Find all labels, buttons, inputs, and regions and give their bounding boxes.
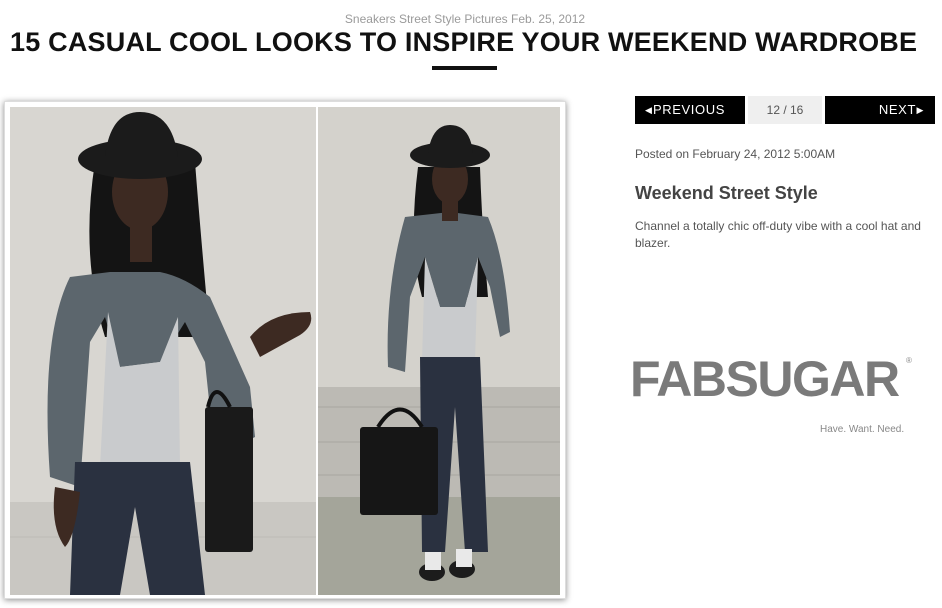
- article-kicker[interactable]: Sneakers Street Style Pictures Feb. 25, …: [0, 12, 930, 26]
- slide-description: Channel a totally chic off-duty vibe wit…: [635, 219, 921, 250]
- title-divider: [432, 66, 497, 70]
- brand-tagline: Have. Want. Need.: [820, 424, 905, 435]
- slide-title: Weekend Street Style: [635, 183, 818, 203]
- next-button[interactable]: NEXT ▶: [825, 96, 935, 124]
- fabsugar-logo[interactable]: FABSUGAR: [630, 350, 900, 408]
- post-date: Posted on February 24, 2012 5:00AM: [635, 147, 836, 161]
- registered-mark: ®: [906, 356, 912, 365]
- street-style-photo: [10, 107, 560, 595]
- chevron-right-icon: ▶: [916, 105, 924, 115]
- previous-button[interactable]: ◀ PREVIOUS: [635, 96, 745, 124]
- slide-counter: 12 / 16: [748, 96, 822, 124]
- chevron-left-icon: ◀: [645, 105, 653, 115]
- previous-label: PREVIOUS: [653, 102, 725, 117]
- page-title: 15 CASUAL COOL LOOKS TO INSPIRE YOUR WEE…: [10, 27, 918, 57]
- next-label: NEXT: [878, 102, 916, 117]
- slideshow-photo[interactable]: [4, 101, 566, 599]
